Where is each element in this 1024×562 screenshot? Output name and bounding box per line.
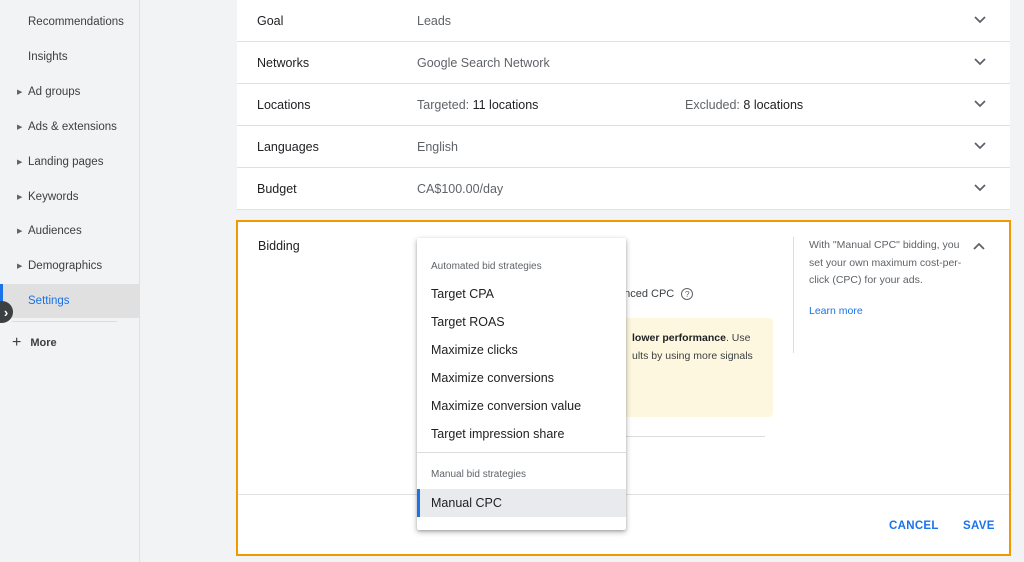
expand-arrow-icon: ▶ (17, 263, 23, 270)
performance-warning: lower performance. Use ults by using mor… (618, 318, 773, 417)
targeted-prefix: Targeted: (417, 98, 470, 112)
targeted-locations: Targeted: 11 locations (417, 98, 538, 112)
warning-bold-text: lower performance (632, 332, 726, 344)
automated-strategies-header: Automated bid strategies (431, 261, 542, 272)
more-label: More (30, 337, 57, 349)
warning-text: . Use (725, 332, 751, 344)
setting-value: Leads (417, 14, 452, 28)
setting-label: Locations (257, 98, 311, 112)
sidebar-item-ads-extensions[interactable]: ▶ Ads & extensions (0, 110, 139, 144)
help-text: With "Manual CPC" bidding, you set your … (809, 239, 962, 286)
sidebar-item-settings[interactable]: Settings (0, 284, 139, 318)
chevron-down-icon (974, 142, 986, 150)
warning-text-line-2: ults by using more signals (632, 349, 753, 362)
bid-strategy-dropdown: Automated bid strategies Target CPA Targ… (417, 238, 626, 530)
sidebar-item-label: Demographics (28, 260, 103, 272)
expand-arrow-icon: ▶ (17, 159, 23, 166)
sidebar-item-label: Ads & extensions (28, 121, 117, 133)
setting-row-locations[interactable]: Locations Targeted: 11 locations Exclude… (237, 84, 1010, 126)
sidebar-more-button[interactable]: + More (12, 333, 57, 353)
expand-arrow-icon: ▶ (17, 89, 23, 96)
dropdown-divider (417, 452, 626, 453)
sidebar-item-demographics[interactable]: ▶ Demographics (0, 249, 139, 283)
sidebar-item-audiences[interactable]: ▶ Audiences (0, 214, 139, 248)
expand-arrow-icon: ▶ (17, 194, 23, 201)
sidebar-item-insights[interactable]: Insights (0, 40, 139, 74)
manual-strategies-header: Manual bid strategies (431, 469, 527, 480)
sidebar-item-keywords[interactable]: ▶ Keywords (0, 180, 139, 214)
sidebar-item-label: Recommendations (28, 16, 124, 28)
sidebar-item-ad-groups[interactable]: ▶ Ad groups (0, 75, 139, 109)
sidebar-item-label: Landing pages (28, 156, 104, 168)
enhanced-cpc-option[interactable]: anced CPC? (618, 288, 694, 301)
setting-value: CA$100.00/day (417, 182, 504, 196)
sidebar-item-label: Ad groups (28, 86, 81, 98)
left-sidebar: Recommendations Insights ▶ Ad groups ▶ A… (0, 0, 140, 562)
setting-row-networks[interactable]: Networks Google Search Network (237, 42, 1010, 84)
setting-value: English (417, 140, 458, 154)
sidebar-item-label: Keywords (28, 191, 79, 203)
option-maximize-conversions[interactable]: Maximize conversions (417, 364, 626, 392)
enhanced-cpc-label: anced CPC (618, 288, 675, 300)
excluded-prefix: Excluded: (685, 98, 740, 112)
chevron-up-icon[interactable] (971, 239, 987, 255)
sidebar-item-label: Settings (28, 295, 70, 307)
sidebar-item-label: Audiences (28, 225, 82, 237)
expand-arrow-icon: ▶ (17, 228, 23, 235)
excluded-value: 8 locations (743, 98, 804, 112)
chevron-down-icon (974, 58, 986, 66)
setting-label: Languages (257, 140, 319, 154)
excluded-locations: Excluded: 8 locations (685, 98, 803, 112)
sidebar-divider (12, 321, 117, 322)
sidebar-item-landing-pages[interactable]: ▶ Landing pages (0, 145, 139, 179)
help-icon[interactable]: ? (681, 288, 694, 301)
chevron-down-icon (974, 100, 986, 108)
option-manual-cpc[interactable]: Manual CPC (417, 489, 626, 517)
option-target-impression-share[interactable]: Target impression share (417, 420, 626, 448)
setting-label: Networks (257, 56, 310, 70)
sidebar-item-label: Insights (28, 51, 68, 63)
targeted-value: 11 locations (472, 98, 539, 112)
setting-row-languages[interactable]: Languages English (237, 126, 1010, 168)
option-maximize-clicks[interactable]: Maximize clicks (417, 336, 626, 364)
setting-value: Google Search Network (417, 56, 550, 70)
setting-row-goal[interactable]: Goal Leads (237, 0, 1010, 42)
sidebar-item-recommendations[interactable]: Recommendations (0, 5, 139, 39)
chevron-down-icon (974, 16, 986, 24)
option-target-roas[interactable]: Target ROAS (417, 308, 626, 336)
expand-arrow-icon: ▶ (17, 124, 23, 131)
bidding-label: Bidding (258, 239, 300, 253)
option-maximize-conversion-value[interactable]: Maximize conversion value (417, 392, 626, 420)
option-target-cpa[interactable]: Target CPA (417, 280, 626, 308)
plus-icon: + (12, 334, 22, 351)
setting-label: Goal (257, 14, 284, 28)
learn-more-link[interactable]: Learn more (809, 305, 973, 317)
save-button[interactable]: SAVE (963, 520, 995, 532)
chevron-right-icon: › (3, 304, 9, 320)
bidding-help-panel: With "Manual CPC" bidding, you set your … (793, 237, 973, 353)
setting-label: Budget (257, 182, 297, 196)
cancel-button[interactable]: CANCEL (889, 520, 939, 532)
divider (618, 436, 765, 437)
setting-row-budget[interactable]: Budget CA$100.00/day (237, 168, 1010, 210)
chevron-down-icon (974, 184, 986, 192)
